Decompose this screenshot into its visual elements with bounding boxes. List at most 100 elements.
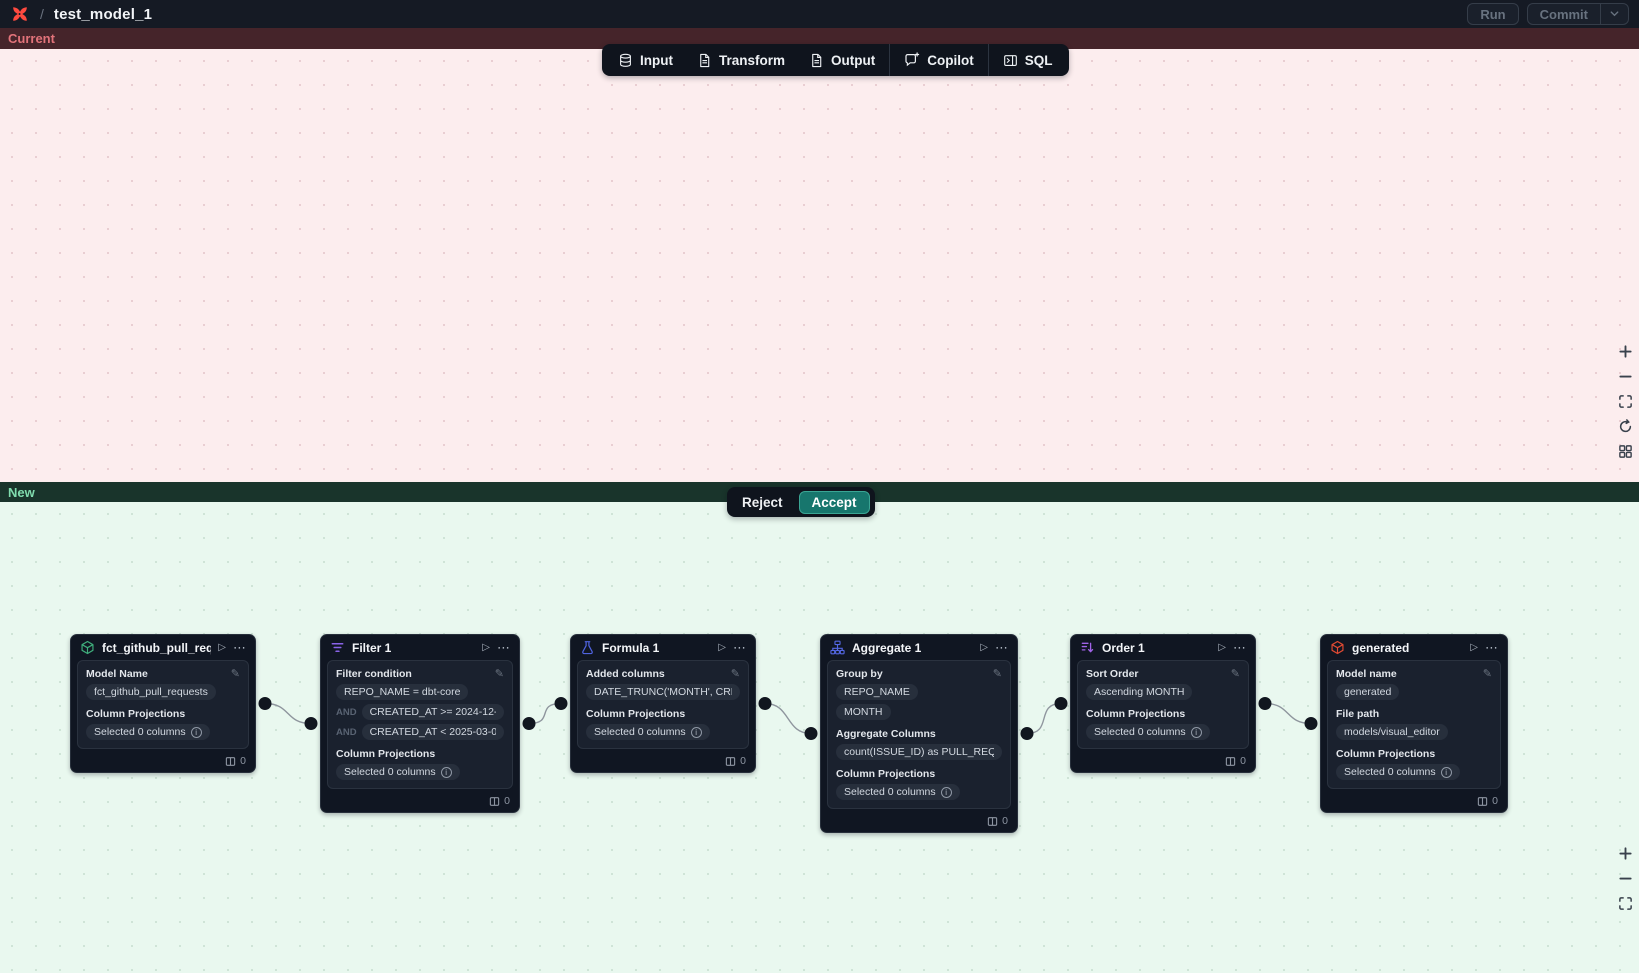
node-section: Column Projections Selected 0 columns i <box>86 708 240 740</box>
grid-icon <box>1618 444 1633 462</box>
new-canvas[interactable]: fct_github_pull_requests ▷ ⋯ Model Name … <box>0 502 1639 973</box>
edit-pencil-icon[interactable]: ✎ <box>1483 669 1492 679</box>
value-pill[interactable]: generated <box>1336 684 1399 700</box>
info-icon[interactable]: i <box>941 787 952 798</box>
node-filter-1[interactable]: Filter 1 ▷ ⋯ Filter condition ✎ REPO_NAM… <box>320 634 520 813</box>
value-pill[interactable]: Selected 0 columns i <box>336 764 460 780</box>
new-panel-label: New <box>8 485 35 500</box>
dbt-logo-icon[interactable] <box>10 4 30 24</box>
node-footer: 0 <box>321 793 519 812</box>
zoom-in-button[interactable] <box>1617 344 1634 361</box>
fit-view-icon <box>1618 896 1633 914</box>
value-pill[interactable]: CREATED_AT >= 2024-12-01 <box>362 704 504 720</box>
node-menu-icon[interactable]: ⋯ <box>1233 644 1246 652</box>
node-title: Order 1 <box>1102 641 1211 655</box>
top-bar: / test_model_1 Run Commit <box>0 0 1639 28</box>
value-pill[interactable]: Selected 0 columns i <box>1336 764 1460 780</box>
run-node-icon[interactable]: ▷ <box>718 642 726 653</box>
value-pill[interactable]: Ascending MONTH <box>1086 684 1192 700</box>
run-node-icon[interactable]: ▷ <box>482 642 490 653</box>
node-section: Column Projections Selected 0 columns i <box>1336 748 1492 780</box>
edit-pencil-icon[interactable]: ✎ <box>1231 669 1240 679</box>
node-menu-icon[interactable]: ⋯ <box>497 644 510 652</box>
value-pill[interactable]: count(ISSUE_ID) as PULL_REQUEST_… <box>836 744 1002 760</box>
node-generated[interactable]: generated ▷ ⋯ Model name ✎ generated Fil… <box>1320 634 1508 813</box>
value-pill[interactable]: Selected 0 columns i <box>836 784 960 800</box>
node-title: Formula 1 <box>602 641 711 655</box>
accept-button[interactable]: Accept <box>799 491 870 514</box>
grid-layout-button[interactable] <box>1617 444 1634 461</box>
zoom-in-button[interactable] <box>1617 846 1634 863</box>
value-pill[interactable]: DATE_TRUNC('MONTH', CREATED_AT… <box>586 684 740 700</box>
section-label: Group by <box>836 668 883 680</box>
node-menu-icon[interactable]: ⋯ <box>733 644 746 652</box>
value-pill[interactable]: REPO_NAME = dbt-core <box>336 684 468 700</box>
node-footer: 0 <box>71 753 255 772</box>
file-icon <box>809 53 824 68</box>
toolbar-input-button[interactable]: Input <box>606 44 685 76</box>
formula-flask-icon <box>580 640 595 655</box>
node-card: Group by ✎ REPO_NAME MONTH Aggregate Col… <box>827 660 1011 809</box>
node-footer: 0 <box>1321 793 1507 812</box>
value-pill[interactable]: Selected 0 columns i <box>86 724 210 740</box>
toolbar-output-button[interactable]: Output <box>797 44 887 76</box>
node-formula-1[interactable]: Formula 1 ▷ ⋯ Added columns ✎ DATE_TRUNC… <box>570 634 756 773</box>
columns-count-icon <box>225 756 236 767</box>
node-title: Aggregate 1 <box>852 641 973 655</box>
value-pill[interactable]: models/visual_editor <box>1336 724 1448 740</box>
node-header: Aggregate 1 ▷ ⋯ <box>821 635 1017 659</box>
columns-count-icon <box>725 756 736 767</box>
info-icon[interactable]: i <box>441 767 452 778</box>
node-menu-icon[interactable]: ⋯ <box>995 644 1008 652</box>
zoom-out-button[interactable] <box>1617 871 1634 888</box>
columns-count-icon <box>1477 796 1488 807</box>
node-section: Added columns ✎ DATE_TRUNC('MONTH', CREA… <box>586 668 740 700</box>
section-label: File path <box>1336 708 1379 720</box>
topbar-actions: Run Commit <box>1467 3 1629 25</box>
run-node-icon[interactable]: ▷ <box>1470 642 1478 653</box>
node-menu-icon[interactable]: ⋯ <box>1485 644 1498 652</box>
columns-count: 0 <box>740 755 746 767</box>
value-pill[interactable]: REPO_NAME <box>836 684 918 700</box>
fit-view-button[interactable] <box>1617 896 1634 913</box>
zoom-out-button[interactable] <box>1617 369 1634 386</box>
fit-view-button[interactable] <box>1617 394 1634 411</box>
commit-button[interactable]: Commit <box>1528 4 1600 24</box>
edit-pencil-icon[interactable]: ✎ <box>993 669 1002 679</box>
node-order-1[interactable]: Order 1 ▷ ⋯ Sort Order ✎ Ascending MONTH… <box>1070 634 1256 773</box>
reject-button[interactable]: Reject <box>732 493 793 512</box>
info-icon[interactable]: i <box>1191 727 1202 738</box>
section-label: Column Projections <box>586 708 685 720</box>
visual-editor-app: / test_model_1 Run Commit Current New fc… <box>0 0 1639 973</box>
toolbar-copilot-button[interactable]: Copilot <box>892 44 986 76</box>
commit-dropdown-button[interactable] <box>1600 4 1628 24</box>
info-icon[interactable]: i <box>191 727 202 738</box>
value-pill[interactable]: fct_github_pull_requests <box>86 684 216 700</box>
section-label: Column Projections <box>1336 748 1435 760</box>
refresh-layout-button[interactable] <box>1617 419 1634 436</box>
run-button[interactable]: Run <box>1467 3 1518 25</box>
node-card: Filter condition ✎ REPO_NAME = dbt-core … <box>327 660 513 789</box>
current-canvas-controls <box>1617 344 1634 461</box>
value-pill[interactable]: MONTH <box>836 704 891 720</box>
node-aggregate-1[interactable]: Aggregate 1 ▷ ⋯ Group by ✎ REPO_NAME MON… <box>820 634 1018 833</box>
info-icon[interactable]: i <box>1441 767 1452 778</box>
edit-pencil-icon[interactable]: ✎ <box>731 669 740 679</box>
value-pill[interactable]: Selected 0 columns i <box>586 724 710 740</box>
run-node-icon[interactable]: ▷ <box>980 642 988 653</box>
current-canvas[interactable] <box>0 49 1639 482</box>
node-fct-github-pull-requests[interactable]: fct_github_pull_requests ▷ ⋯ Model Name … <box>70 634 256 773</box>
info-icon[interactable]: i <box>691 727 702 738</box>
run-node-icon[interactable]: ▷ <box>1218 642 1226 653</box>
toolbar-sql-button[interactable]: SQL <box>991 44 1065 76</box>
toolbar-transform-button[interactable]: Transform <box>685 44 797 76</box>
value-pill[interactable]: Selected 0 columns i <box>1086 724 1210 740</box>
columns-count: 0 <box>504 795 510 807</box>
value-pill[interactable]: CREATED_AT < 2025-03-01 <box>362 724 504 740</box>
node-section: Column Projections Selected 0 columns i <box>336 748 504 780</box>
edit-pencil-icon[interactable]: ✎ <box>231 669 240 679</box>
node-title: fct_github_pull_requests <box>102 641 211 655</box>
run-node-icon[interactable]: ▷ <box>218 642 226 653</box>
edit-pencil-icon[interactable]: ✎ <box>495 669 504 679</box>
node-menu-icon[interactable]: ⋯ <box>233 644 246 652</box>
